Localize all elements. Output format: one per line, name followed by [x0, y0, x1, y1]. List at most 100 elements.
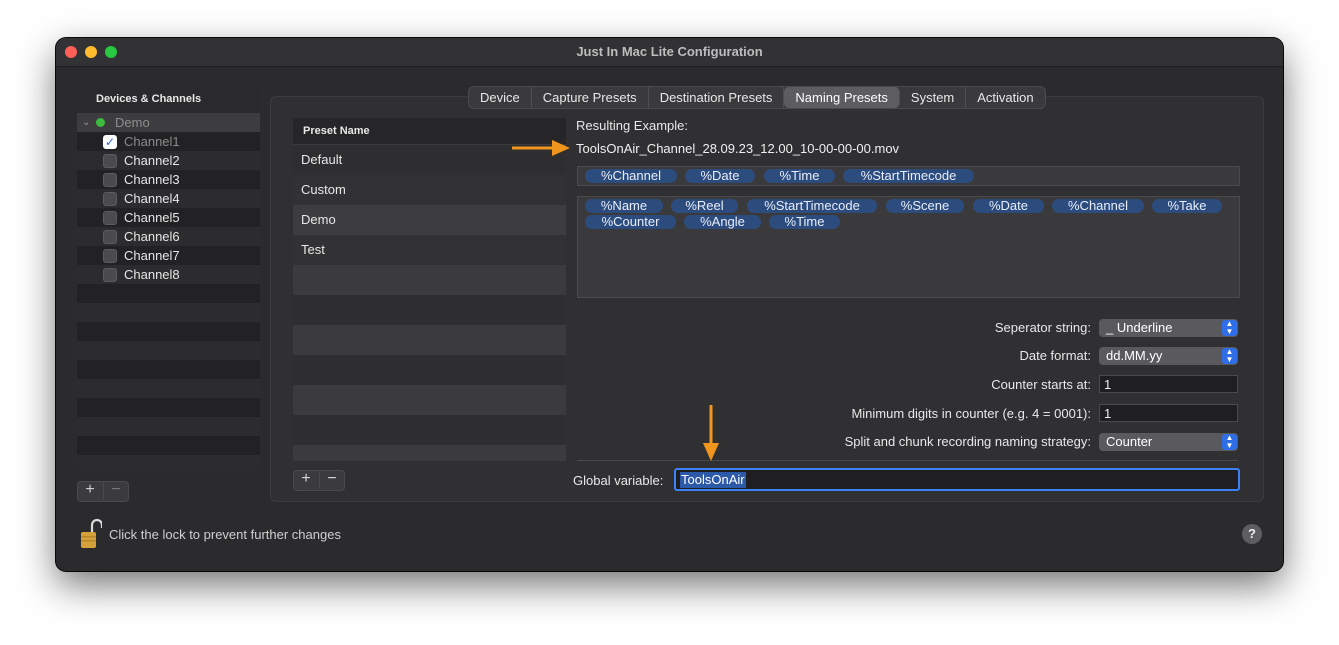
channel-label: Channel2	[124, 153, 180, 168]
split-strategy-popup[interactable]: Counter ▲ ▼	[1099, 433, 1238, 451]
available-token-field[interactable]: %Name %Reel %StartTimecode %Scene %Date …	[577, 196, 1240, 298]
separator-label: Seperator string:	[994, 320, 1091, 335]
sidebar-channel-row[interactable]: Channel8	[77, 265, 260, 284]
token-chip[interactable]: %Time	[764, 169, 835, 183]
token-chip[interactable]: %StartTimecode	[843, 169, 974, 183]
sidebar-add-remove: + −	[77, 481, 129, 502]
remove-preset-button[interactable]: −	[319, 470, 344, 488]
channel-label: Channel3	[124, 172, 180, 187]
tab-destination-presets[interactable]: Destination Presets	[649, 87, 785, 108]
empty-row	[77, 360, 260, 379]
channel-label: Channel7	[124, 248, 180, 263]
token-chip[interactable]: %Name	[585, 199, 663, 213]
token-chip[interactable]: %Counter	[585, 215, 676, 229]
sidebar-channel-row[interactable]: Channel3	[77, 170, 260, 189]
separator-popup[interactable]: _ Underline ▲ ▼	[1099, 319, 1238, 337]
tab-capture-presets[interactable]: Capture Presets	[532, 87, 649, 108]
global-variable-value: ToolsOnAir	[680, 472, 746, 488]
channel-checkbox[interactable]	[103, 249, 117, 263]
empty-row	[293, 385, 566, 415]
remove-device-button[interactable]: −	[103, 481, 128, 499]
counter-start-field[interactable]: 1	[1099, 375, 1238, 393]
sidebar-channel-row[interactable]: Channel1	[77, 132, 260, 152]
channel-checkbox[interactable]	[103, 268, 117, 282]
date-format-label: Date format:	[1019, 348, 1091, 363]
channel-checkbox[interactable]	[103, 133, 117, 152]
preset-add-remove: + −	[293, 470, 345, 491]
empty-row	[77, 322, 260, 341]
tab-naming-presets[interactable]: Naming Presets	[784, 87, 900, 108]
global-variable-field[interactable]: ToolsOnAir	[674, 468, 1240, 491]
min-digits-field[interactable]: 1	[1099, 404, 1238, 422]
channel-label: Channel5	[124, 210, 180, 225]
empty-row	[293, 325, 566, 355]
sidebar-header: Devices & Channels	[77, 86, 260, 113]
token-chip[interactable]: %Channel	[585, 169, 677, 183]
annotation-arrow-down-icon	[703, 405, 719, 461]
empty-row	[293, 415, 566, 445]
channel-checkbox[interactable]	[103, 192, 117, 206]
tab-system[interactable]: System	[900, 87, 967, 108]
channel-label: Channel6	[124, 229, 180, 244]
empty-row	[293, 355, 566, 385]
token-chip[interactable]: %Take	[1152, 199, 1222, 213]
empty-row	[77, 417, 260, 436]
global-variable-label: Global variable:	[573, 473, 664, 488]
empty-row	[293, 265, 566, 295]
tab-activation[interactable]: Activation	[966, 87, 1044, 108]
divider	[577, 460, 1238, 461]
token-chip[interactable]: %Date	[973, 199, 1044, 213]
token-chip[interactable]: %Scene	[886, 199, 964, 213]
preset-row-custom[interactable]: Custom	[293, 175, 566, 205]
empty-row	[77, 379, 260, 398]
token-chip[interactable]: %Date	[685, 169, 755, 183]
channel-checkbox[interactable]	[103, 211, 117, 225]
channel-checkbox[interactable]	[103, 154, 117, 168]
updown-chevron-icon: ▲ ▼	[1222, 348, 1237, 364]
sidebar-channel-row[interactable]: Channel6	[77, 227, 260, 246]
token-chip[interactable]: %Time	[769, 215, 840, 229]
empty-row	[77, 303, 260, 322]
add-preset-button[interactable]: +	[294, 470, 318, 488]
token-chip[interactable]: %Reel	[671, 199, 738, 213]
preset-row-test[interactable]: Test	[293, 235, 566, 265]
sidebar-channel-row[interactable]: Channel7	[77, 246, 260, 265]
pattern-token-field[interactable]: %Channel %Date %Time %StartTimecode	[577, 166, 1240, 186]
channel-label: Channel8	[124, 267, 180, 282]
chevron-down-icon[interactable]: ⌄	[82, 113, 90, 132]
split-strategy-label: Split and chunk recording naming strateg…	[844, 434, 1091, 449]
updown-chevron-icon: ▲ ▼	[1222, 434, 1237, 450]
sidebar-channel-row[interactable]: Channel5	[77, 208, 260, 227]
empty-row	[77, 455, 260, 469]
tab-device[interactable]: Device	[469, 87, 532, 108]
date-format-value: dd.MM.yy	[1106, 348, 1163, 363]
token-chip[interactable]: %Channel	[1052, 199, 1144, 213]
sidebar-channel-row[interactable]: Channel4	[77, 189, 260, 208]
title-bar: Just In Mac Lite Configuration	[56, 38, 1283, 67]
sidebar-device-demo[interactable]: ⌄ Demo	[77, 113, 260, 132]
token-chip[interactable]: %StartTimecode	[747, 199, 877, 213]
window-title: Just In Mac Lite Configuration	[576, 44, 763, 59]
preset-row-demo[interactable]: Demo	[293, 205, 566, 235]
sidebar-channel-row[interactable]: Channel2	[77, 151, 260, 170]
empty-row	[77, 436, 260, 455]
lock-icon[interactable]	[80, 518, 102, 550]
updown-chevron-icon: ▲ ▼	[1222, 320, 1237, 336]
token-chip[interactable]: %Angle	[684, 215, 761, 229]
empty-row	[293, 295, 566, 325]
counter-start-label: Counter starts at:	[991, 377, 1091, 392]
config-window: Just In Mac Lite Configuration Devices &…	[56, 38, 1283, 571]
lock-label: Click the lock to prevent further change…	[109, 527, 341, 542]
add-device-button[interactable]: +	[78, 481, 102, 499]
help-button[interactable]: ?	[1242, 524, 1262, 544]
channel-label: Channel1	[124, 134, 180, 149]
devices-sidebar: Devices & Channels ⌄ Demo Channel1 Chann…	[77, 86, 260, 469]
channel-checkbox[interactable]	[103, 230, 117, 244]
channel-checkbox[interactable]	[103, 173, 117, 187]
empty-row	[77, 341, 260, 360]
empty-row	[293, 445, 566, 461]
preset-table: Preset Name Default Custom Demo Test	[293, 118, 566, 461]
empty-row	[77, 284, 260, 303]
date-format-popup[interactable]: dd.MM.yy ▲ ▼	[1099, 347, 1238, 365]
empty-row	[77, 398, 260, 417]
